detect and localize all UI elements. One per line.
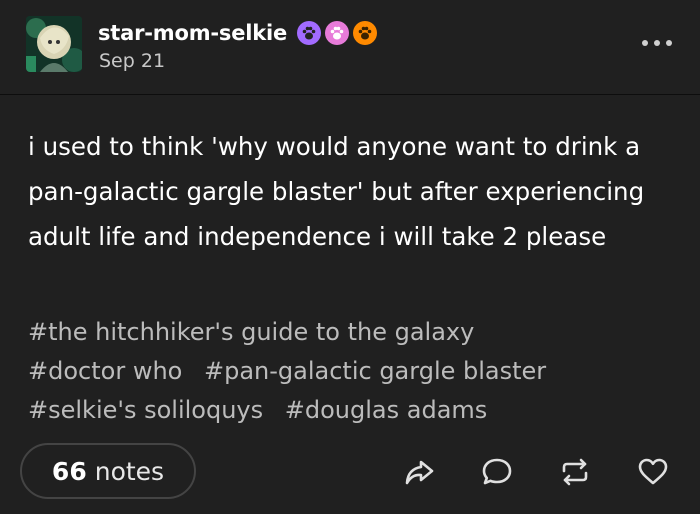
notes-button[interactable]: 66 notes bbox=[20, 443, 196, 499]
post-body: i used to think 'why would anyone want t… bbox=[28, 132, 645, 251]
tag-link[interactable]: #selkie's soliloquys bbox=[28, 396, 263, 424]
notes-label: notes bbox=[94, 456, 165, 486]
post-date[interactable]: Sep 21 bbox=[99, 50, 165, 72]
username[interactable]: star-mom-selkie bbox=[98, 21, 287, 45]
paw-badge-icon[interactable] bbox=[325, 21, 350, 45]
post-header: star-mom-selkie Sep 21 bbox=[0, 0, 700, 95]
badge-list bbox=[293, 21, 378, 45]
avatar-image bbox=[26, 16, 82, 72]
like-heart-icon[interactable] bbox=[636, 455, 670, 489]
tag-list: #the hitchhiker's guide to the galaxy #d… bbox=[28, 313, 678, 430]
tag-link[interactable]: #douglas adams bbox=[285, 396, 488, 424]
username-row: star-mom-selkie bbox=[98, 18, 378, 48]
post-card: star-mom-selkie Sep 21 i used to think '… bbox=[0, 0, 700, 514]
post-footer: 66 notes bbox=[0, 440, 700, 506]
paw-badge-icon[interactable] bbox=[353, 21, 378, 45]
avatar[interactable] bbox=[26, 16, 82, 72]
reply-icon[interactable] bbox=[480, 455, 514, 489]
reblog-icon[interactable] bbox=[558, 455, 592, 489]
post-actions bbox=[402, 454, 670, 490]
paw-badge-icon[interactable] bbox=[297, 21, 322, 45]
tag-link[interactable]: #doctor who bbox=[28, 357, 182, 385]
tag-link[interactable]: #pan-galactic gargle blaster bbox=[204, 357, 546, 385]
notes-count: 66 bbox=[51, 456, 87, 486]
more-options-icon[interactable] bbox=[642, 36, 672, 50]
tag-link[interactable]: #the hitchhiker's guide to the galaxy bbox=[28, 318, 474, 346]
share-icon[interactable] bbox=[402, 455, 436, 489]
